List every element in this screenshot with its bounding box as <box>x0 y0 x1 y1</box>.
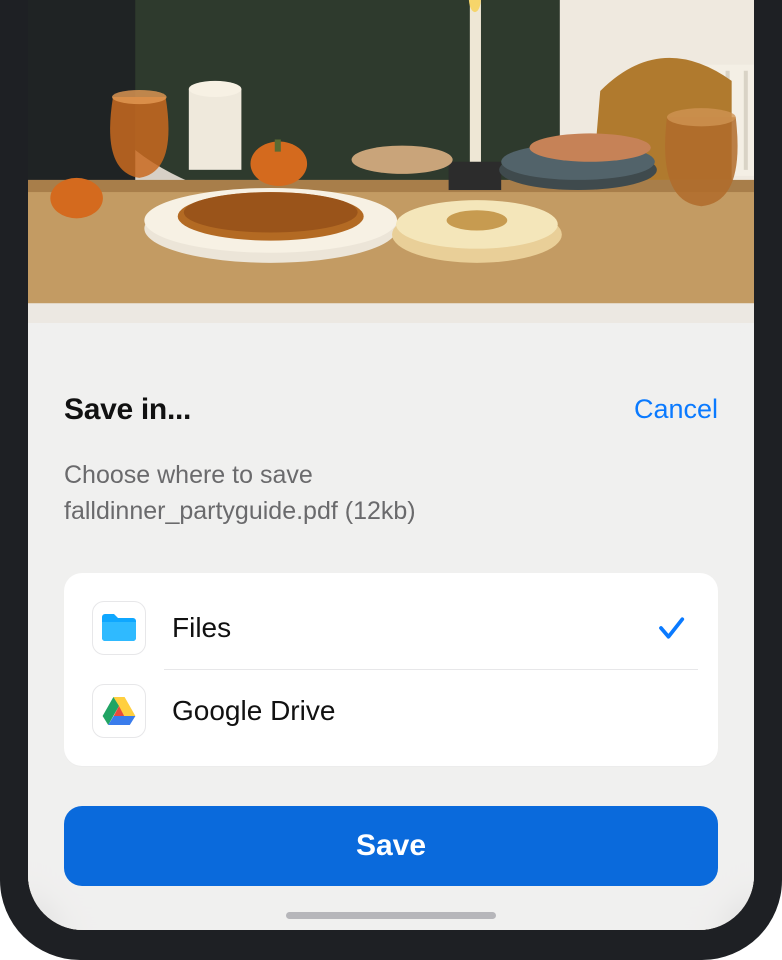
checkmark-icon <box>656 613 686 643</box>
cancel-button[interactable]: Cancel <box>634 394 718 425</box>
screen: Save in... Cancel Choose where to save f… <box>28 0 754 930</box>
destination-options: Files Google Drive <box>64 573 718 766</box>
sheet-title: Save in... <box>64 393 191 427</box>
device-frame: Save in... Cancel Choose where to save f… <box>0 0 782 960</box>
save-button[interactable]: Save <box>64 806 718 886</box>
save-sheet: Save in... Cancel Choose where to save f… <box>28 323 754 931</box>
option-label: Google Drive <box>172 695 690 727</box>
files-app-icon <box>92 601 146 655</box>
subtitle-line-1: Choose where to save <box>64 461 313 489</box>
google-drive-icon <box>92 684 146 738</box>
option-files[interactable]: Files <box>84 587 698 669</box>
sheet-subtitle: Choose where to save falldinner_partygui… <box>64 457 718 530</box>
option-label: Files <box>172 612 656 644</box>
option-google-drive[interactable]: Google Drive <box>84 670 698 752</box>
home-indicator[interactable] <box>286 912 496 919</box>
subtitle-line-2: falldinner_partyguide.pdf (12kb) <box>64 497 416 525</box>
sheet-header: Save in... Cancel <box>64 393 718 427</box>
